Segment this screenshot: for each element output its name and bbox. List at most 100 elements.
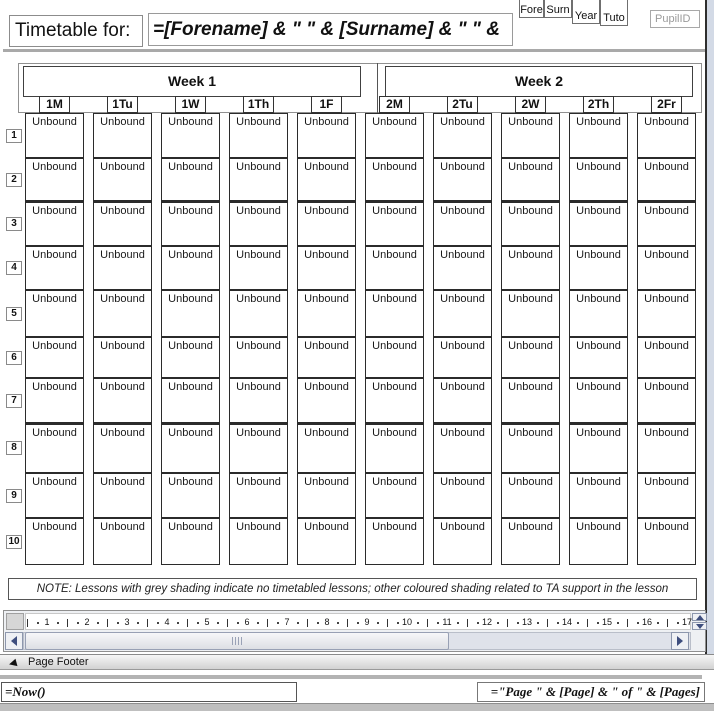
timetable-cell[interactable]: Unbound	[637, 246, 696, 290]
timetable-cell[interactable]: Unbound	[433, 158, 492, 201]
hscrollbar-thumb[interactable]	[25, 632, 449, 650]
row-number-label[interactable]: 2	[6, 173, 22, 187]
timetable-cell[interactable]: Unbound	[569, 337, 628, 378]
timetable-cell[interactable]: Unbound	[229, 246, 288, 290]
scroll-up-button[interactable]	[692, 613, 707, 621]
row-number-label[interactable]: 8	[6, 441, 22, 455]
timetable-cell[interactable]: Unbound	[229, 518, 288, 565]
timetable-cell[interactable]: Unbound	[433, 378, 492, 423]
timetable-cell[interactable]: Unbound	[229, 337, 288, 378]
timetable-cell[interactable]: Unbound	[365, 158, 424, 201]
pupil-name-formula-textbox[interactable]: =[Forename] & " " & [Surname] & " " &	[148, 13, 513, 46]
timetable-cell[interactable]: Unbound	[25, 337, 84, 378]
timetable-cell[interactable]: Unbound	[161, 113, 220, 158]
scroll-right-button[interactable]	[671, 632, 689, 650]
day-header-2fr[interactable]: 2Fr	[651, 96, 682, 113]
timetable-cell[interactable]: Unbound	[637, 113, 696, 158]
timetable-cell[interactable]: Unbound	[93, 113, 152, 158]
field-box-surname[interactable]: Surn	[544, 0, 572, 18]
timetable-cell[interactable]: Unbound	[569, 290, 628, 337]
timetable-cell[interactable]: Unbound	[569, 158, 628, 201]
day-header-2w[interactable]: 2W	[515, 96, 546, 113]
timetable-cell[interactable]: Unbound	[93, 158, 152, 201]
timetable-cell[interactable]: Unbound	[297, 423, 356, 473]
timetable-cell[interactable]: Unbound	[25, 423, 84, 473]
timetable-cell[interactable]: Unbound	[161, 246, 220, 290]
timetable-cell[interactable]: Unbound	[93, 518, 152, 565]
timetable-cell[interactable]: Unbound	[501, 290, 560, 337]
timetable-cell[interactable]: Unbound	[433, 290, 492, 337]
page-number-formula-textbox[interactable]: ="Page " & [Page] & " of " & [Pages]	[477, 682, 705, 702]
timetable-cell[interactable]: Unbound	[569, 201, 628, 246]
timetable-cell[interactable]: Unbound	[229, 158, 288, 201]
page-footer-section-bar[interactable]: ◀ Page Footer	[0, 654, 714, 670]
timetable-cell[interactable]: Unbound	[297, 337, 356, 378]
timetable-cell[interactable]: Unbound	[161, 378, 220, 423]
timetable-cell[interactable]: Unbound	[501, 201, 560, 246]
timetable-cell[interactable]: Unbound	[501, 473, 560, 518]
timetable-cell[interactable]: Unbound	[433, 518, 492, 565]
timetable-cell[interactable]: Unbound	[297, 290, 356, 337]
day-header-1f[interactable]: 1F	[311, 96, 342, 113]
field-box-year[interactable]: Year	[572, 0, 600, 24]
timetable-cell[interactable]: Unbound	[93, 378, 152, 423]
timetable-cell[interactable]: Unbound	[433, 246, 492, 290]
timetable-cell[interactable]: Unbound	[161, 158, 220, 201]
timetable-cell[interactable]: Unbound	[229, 290, 288, 337]
timetable-cell[interactable]: Unbound	[297, 113, 356, 158]
row-number-label[interactable]: 9	[6, 489, 22, 503]
timetable-cell[interactable]: Unbound	[501, 337, 560, 378]
timetable-cell[interactable]: Unbound	[297, 473, 356, 518]
timetable-cell[interactable]: Unbound	[365, 337, 424, 378]
day-header-1m[interactable]: 1M	[39, 96, 70, 113]
timetable-cell[interactable]: Unbound	[501, 246, 560, 290]
day-header-1w[interactable]: 1W	[175, 96, 206, 113]
timetable-cell[interactable]: Unbound	[637, 378, 696, 423]
timetable-cell[interactable]: Unbound	[25, 290, 84, 337]
timetable-cell[interactable]: Unbound	[365, 518, 424, 565]
date-formula-textbox[interactable]: =Now()	[1, 682, 297, 702]
timetable-cell[interactable]: Unbound	[93, 337, 152, 378]
timetable-cell[interactable]: Unbound	[365, 378, 424, 423]
day-header-1tu[interactable]: 1Tu	[107, 96, 138, 113]
timetable-cell[interactable]: Unbound	[297, 246, 356, 290]
timetable-cell[interactable]: Unbound	[25, 378, 84, 423]
field-box-tutor[interactable]: Tuto	[600, 0, 628, 26]
timetable-cell[interactable]: Unbound	[569, 473, 628, 518]
timetable-cell[interactable]: Unbound	[25, 201, 84, 246]
timetable-cell[interactable]: Unbound	[501, 113, 560, 158]
row-number-label[interactable]: 5	[6, 307, 22, 321]
row-number-label[interactable]: 1	[6, 129, 22, 143]
day-header-2m[interactable]: 2M	[379, 96, 410, 113]
timetable-cell[interactable]: Unbound	[229, 423, 288, 473]
row-number-label[interactable]: 3	[6, 217, 22, 231]
timetable-cell[interactable]: Unbound	[229, 378, 288, 423]
week1-header[interactable]: Week 1	[23, 66, 361, 97]
timetable-for-label[interactable]: Timetable for:	[9, 15, 143, 47]
timetable-cell[interactable]: Unbound	[433, 473, 492, 518]
timetable-cell[interactable]: Unbound	[161, 201, 220, 246]
timetable-cell[interactable]: Unbound	[161, 423, 220, 473]
timetable-cell[interactable]: Unbound	[637, 158, 696, 201]
timetable-cell[interactable]: Unbound	[365, 473, 424, 518]
timetable-cell[interactable]: Unbound	[637, 423, 696, 473]
day-header-2tu[interactable]: 2Tu	[447, 96, 478, 113]
timetable-cell[interactable]: Unbound	[637, 473, 696, 518]
field-box-forename[interactable]: Fore	[519, 0, 544, 18]
note-label[interactable]: NOTE: Lessons with grey shading indicate…	[8, 578, 697, 600]
scroll-left-button[interactable]	[5, 632, 23, 650]
row-number-label[interactable]: 10	[6, 535, 22, 549]
timetable-cell[interactable]: Unbound	[25, 518, 84, 565]
timetable-cell[interactable]: Unbound	[93, 423, 152, 473]
day-header-1th[interactable]: 1Th	[243, 96, 274, 113]
timetable-cell[interactable]: Unbound	[569, 378, 628, 423]
pupil-id-textbox[interactable]: PupilID	[650, 10, 700, 28]
timetable-cell[interactable]: Unbound	[93, 201, 152, 246]
scroll-down-button[interactable]	[692, 622, 707, 630]
timetable-cell[interactable]: Unbound	[161, 473, 220, 518]
timetable-cell[interactable]: Unbound	[161, 518, 220, 565]
row-number-label[interactable]: 4	[6, 261, 22, 275]
row-number-label[interactable]: 7	[6, 394, 22, 408]
timetable-cell[interactable]: Unbound	[501, 518, 560, 565]
timetable-cell[interactable]: Unbound	[637, 201, 696, 246]
